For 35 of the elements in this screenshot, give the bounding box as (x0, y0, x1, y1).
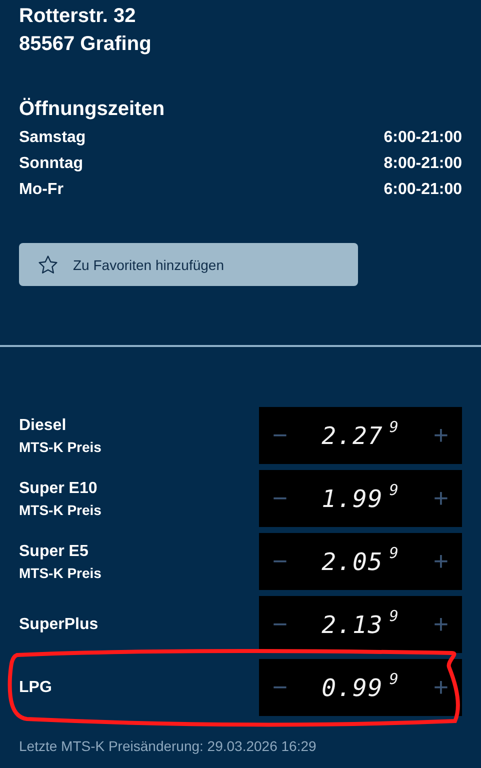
section-title: Öffnungszeiten (19, 98, 166, 121)
increase-button[interactable]: + (430, 420, 452, 451)
price-source: MTS-K Preis (19, 502, 102, 518)
day-label: Sonntag (19, 155, 83, 173)
day-label: Mo-Fr (19, 181, 64, 199)
star-icon (37, 254, 59, 276)
decrease-button[interactable]: − (269, 672, 291, 703)
last-update-text: Letzte MTS-K Preisänderung: 29.03.2026 16:29 (18, 737, 318, 754)
increase-button[interactable]: + (430, 609, 452, 640)
price-source: MTS-K Preis (19, 564, 102, 580)
price-value: 0.99 9 (322, 674, 400, 702)
price-value: 2.05 9 (322, 548, 400, 576)
favorite-button[interactable]: Zu Favoriten hinzufügen (19, 243, 358, 286)
fuel-name: Super E5 (19, 542, 90, 560)
price-value: 2.13 9 (322, 610, 400, 638)
price-source: MTS-K Preis (19, 438, 102, 454)
address-line: Rotterstr. 32 (19, 4, 137, 29)
fuel-name: Diesel (19, 416, 68, 434)
price-value: 1.99 9 (322, 484, 400, 512)
price-value: 2.27 9 (322, 422, 400, 450)
fuel-name: LPG (19, 678, 52, 696)
day-label: Samstag (19, 129, 86, 147)
time-range: 6:00-21:00 (384, 181, 462, 199)
increase-button[interactable]: + (430, 672, 452, 703)
increase-button[interactable]: + (430, 483, 452, 514)
decrease-button[interactable]: − (269, 546, 291, 577)
time-range: 6:00-21:00 (384, 129, 462, 147)
time-range: 8:00-21:00 (384, 155, 462, 173)
fuel-name: SuperPlus (19, 616, 98, 634)
fuel-name: Super E10 (19, 480, 98, 498)
decrease-button[interactable]: − (269, 420, 291, 451)
increase-button[interactable]: + (430, 546, 452, 577)
address-line: 85567 Grafing (19, 32, 152, 57)
decrease-button[interactable]: − (269, 609, 291, 640)
decrease-button[interactable]: − (269, 483, 291, 514)
